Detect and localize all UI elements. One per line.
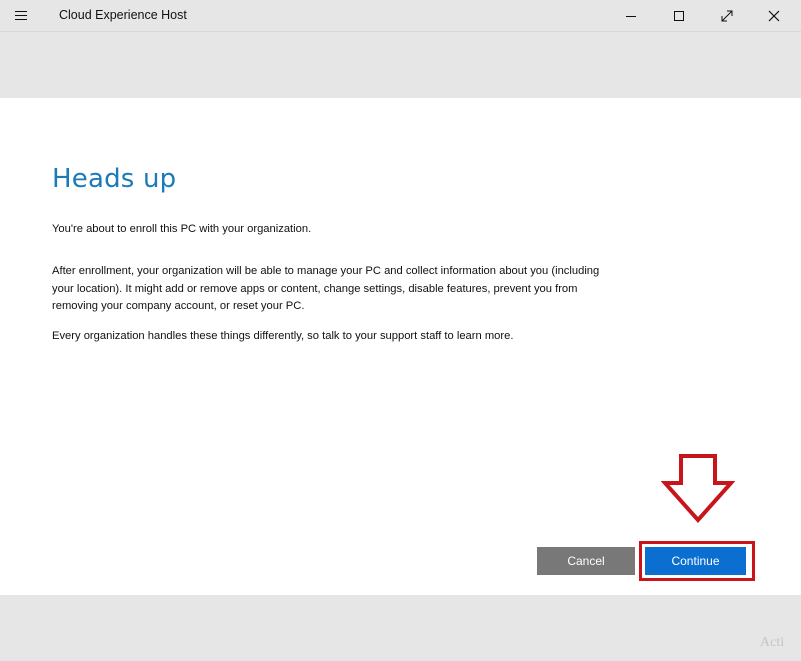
minimize-icon	[626, 15, 636, 17]
continue-button[interactable]: Continue	[645, 547, 746, 575]
top-band	[0, 32, 801, 98]
watermark-text: Acti	[760, 635, 785, 650]
fullscreen-button[interactable]	[704, 0, 750, 31]
dialog-content: Heads up You're about to enroll this PC …	[0, 98, 801, 595]
expand-arrows-icon	[721, 10, 733, 21]
minimize-button[interactable]	[608, 0, 654, 31]
enroll-notice-text: You're about to enroll this PC with your…	[52, 223, 312, 235]
cancel-button[interactable]: Cancel	[537, 547, 635, 575]
maximize-button[interactable]	[656, 0, 702, 31]
close-button[interactable]	[751, 0, 797, 31]
dialog-heading: Heads up	[52, 164, 177, 194]
down-arrow-icon	[661, 454, 735, 524]
maximize-icon	[674, 10, 684, 21]
support-staff-text: Every organization handles these things …	[52, 330, 514, 342]
enrollment-details-text: After enrollment, your organization will…	[52, 265, 600, 312]
close-icon	[768, 10, 780, 21]
title-bar: Cloud Experience Host	[0, 0, 801, 32]
window-title: Cloud Experience Host	[59, 8, 187, 22]
bottom-band	[0, 595, 801, 661]
menu-icon[interactable]	[13, 9, 31, 23]
